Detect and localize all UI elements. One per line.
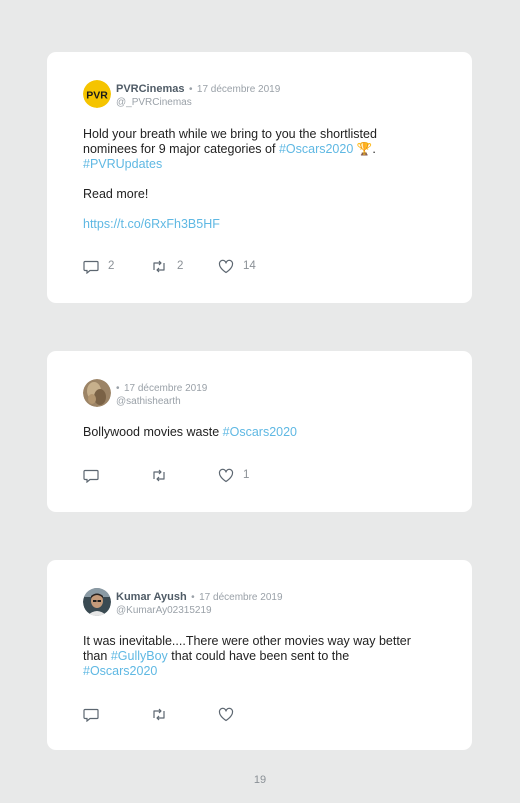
text-span: Bollywood movies waste bbox=[83, 425, 223, 439]
like-icon bbox=[218, 259, 234, 273]
separator: • bbox=[188, 84, 193, 95]
hashtag-link[interactable]: #Oscars2020 bbox=[83, 664, 157, 678]
text-line: Read more! bbox=[83, 187, 443, 202]
tweet-header: • 17 décembre 2019 @sathishearth bbox=[116, 380, 207, 408]
tweet-text: It was inevitable....There were other mo… bbox=[83, 634, 443, 679]
tweet-date[interactable]: 17 décembre 2019 bbox=[124, 383, 207, 394]
like-button[interactable]: 14 bbox=[218, 258, 256, 274]
author-name[interactable]: PVRCinemas bbox=[116, 83, 184, 95]
text-span: that could have been sent to the bbox=[167, 649, 350, 663]
tweet-text: Bollywood movies waste #Oscars2020 bbox=[83, 425, 443, 440]
avatar[interactable] bbox=[83, 379, 111, 407]
text-line: https://t.co/6RxFh3B5HF bbox=[83, 217, 443, 232]
text-line: than #GullyBoy that could have been sent… bbox=[83, 649, 443, 664]
reply-icon bbox=[83, 708, 99, 722]
trophy-emoji: 🏆 bbox=[356, 142, 373, 156]
tweet-actions: 2 2 14 bbox=[83, 258, 283, 274]
hashtag-link[interactable]: #GullyBoy bbox=[111, 649, 168, 663]
author-handle[interactable]: @_PVRCinemas bbox=[116, 96, 280, 109]
hashtag-link[interactable]: #Oscars2020 bbox=[279, 142, 353, 156]
text-span: than bbox=[83, 649, 111, 663]
text-span: nominees for 9 major categories of bbox=[83, 142, 279, 156]
retweet-button[interactable] bbox=[150, 706, 168, 722]
reply-button[interactable] bbox=[83, 706, 99, 722]
retweet-count: 2 bbox=[177, 260, 184, 272]
text-span: It was inevitable....There were other mo… bbox=[83, 634, 411, 648]
hashtag-link[interactable]: #Oscars2020 bbox=[223, 425, 297, 439]
text-span: . bbox=[372, 142, 376, 156]
text-span: Hold your breath while we bring to you t… bbox=[83, 127, 377, 141]
tweet-header: Kumar Ayush • 17 décembre 2019 @KumarAy0… bbox=[116, 589, 283, 617]
reply-count: 2 bbox=[108, 260, 115, 272]
hashtag-link[interactable]: #PVRUpdates bbox=[83, 157, 162, 171]
tweet-date[interactable]: 17 décembre 2019 bbox=[199, 592, 282, 603]
text-span: Read more! bbox=[83, 187, 149, 201]
like-count: 14 bbox=[243, 260, 256, 272]
retweet-icon bbox=[153, 708, 165, 720]
tweet-card: • 17 décembre 2019 @sathishearth Bollywo… bbox=[47, 351, 472, 512]
like-count: 1 bbox=[243, 469, 250, 481]
tweet-date[interactable]: 17 décembre 2019 bbox=[197, 84, 280, 95]
avatar[interactable]: PVR bbox=[83, 80, 111, 108]
like-icon bbox=[218, 707, 234, 721]
text-line: Bollywood movies waste #Oscars2020 bbox=[83, 425, 443, 440]
text-line: nominees for 9 major categories of #Osca… bbox=[83, 142, 443, 157]
avatar-logo-text: PVR bbox=[86, 90, 108, 102]
avatar[interactable] bbox=[83, 588, 111, 616]
like-button[interactable] bbox=[218, 706, 234, 722]
text-line: Hold your breath while we bring to you t… bbox=[83, 127, 443, 142]
reply-icon bbox=[83, 469, 99, 483]
retweet-button[interactable] bbox=[150, 467, 168, 483]
author-handle[interactable]: @KumarAy02315219 bbox=[116, 604, 283, 617]
separator: • bbox=[191, 592, 195, 603]
tweet-text: Hold your breath while we bring to you t… bbox=[83, 127, 443, 232]
text-line: #Oscars2020 bbox=[83, 664, 443, 679]
retweet-icon bbox=[153, 469, 165, 481]
tweet-card: PVR PVRCinemas • 17 décembre 2019 @_PVRC… bbox=[47, 52, 472, 303]
text-line: #PVRUpdates bbox=[83, 157, 443, 172]
author-name[interactable]: Kumar Ayush bbox=[116, 591, 187, 603]
page-number: 19 bbox=[253, 774, 267, 786]
retweet-button[interactable]: 2 bbox=[150, 258, 183, 274]
like-button[interactable]: 1 bbox=[218, 467, 249, 483]
text-line: It was inevitable....There were other mo… bbox=[83, 634, 443, 649]
separator: • bbox=[116, 383, 120, 394]
author-handle[interactable]: @sathishearth bbox=[116, 395, 207, 408]
tweet-header: PVRCinemas • 17 décembre 2019 @_PVRCinem… bbox=[116, 81, 280, 109]
tweet-card: Kumar Ayush • 17 décembre 2019 @KumarAy0… bbox=[47, 560, 472, 750]
reply-button[interactable]: 2 bbox=[83, 258, 114, 274]
url-link[interactable]: https://t.co/6RxFh3B5HF bbox=[83, 217, 220, 231]
like-icon bbox=[218, 468, 234, 482]
reply-icon bbox=[83, 260, 99, 274]
reply-button[interactable] bbox=[83, 467, 99, 483]
retweet-icon bbox=[153, 260, 165, 272]
tweet-actions: 1 bbox=[83, 467, 283, 483]
tweet-actions bbox=[83, 706, 283, 722]
